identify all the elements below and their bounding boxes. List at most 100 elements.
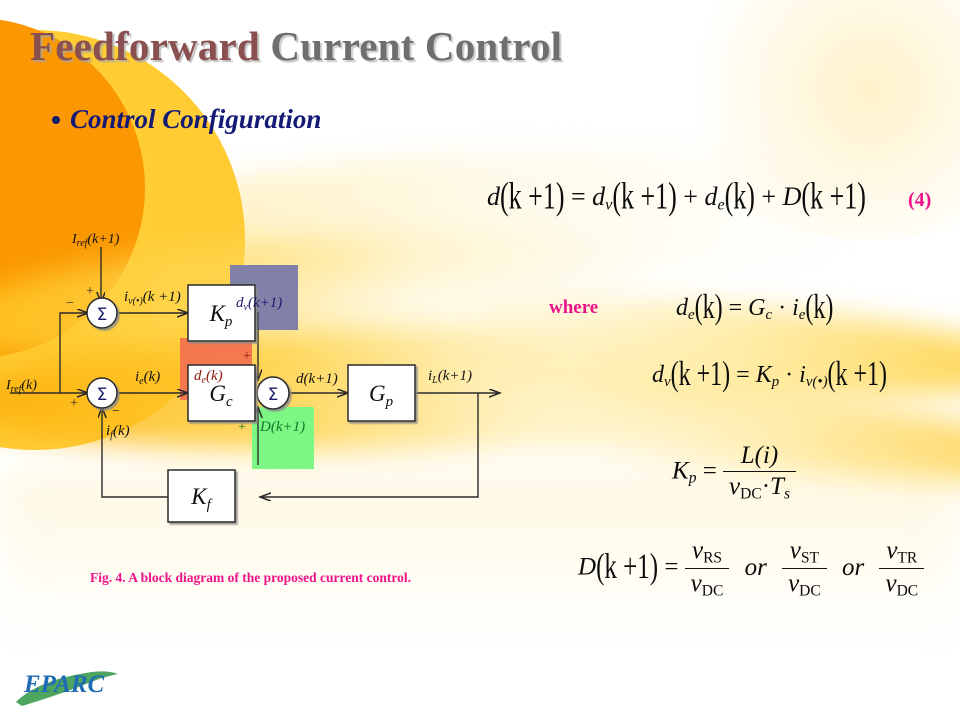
eqde-ie-arg: (k) <box>805 288 834 327</box>
eqD-f2-den-sub: DC <box>799 582 821 600</box>
eqkp-fraction: L(i) vDC·Ts <box>723 442 796 503</box>
label-iv: iv(•)(k +1) <box>124 289 181 307</box>
eqde-gc-sub: c <box>765 307 773 324</box>
page-title: Feedforward Current Control <box>30 22 562 70</box>
eqD-fraction-st: vST vDC <box>782 537 827 601</box>
equation-D: D(k +1) = vRS vDC or vST vDC or vTR vDC <box>578 537 925 601</box>
eqkp-den2-base: T <box>770 473 784 500</box>
bullet-label: Control Configuration <box>70 104 322 134</box>
eqdv-iv-base: i <box>799 362 806 388</box>
equation-4: d(k +1) = dv(k +1) + de(k) + D(k +1) <box>487 175 866 217</box>
eq4-plus-1: + <box>683 182 698 211</box>
label-iref-k: Iref(k) <box>5 378 37 395</box>
eqD-f2-num: vST <box>782 537 827 570</box>
sign-adder-plus-top: + <box>243 349 251 364</box>
eqkp-equals: = <box>702 457 717 485</box>
eq4-term3-base: D <box>782 182 802 211</box>
eqkp-den-dot: · <box>761 473 771 500</box>
eqD-f3-den-sub: DC <box>896 582 919 600</box>
eqD-equals: = <box>664 553 679 581</box>
block-gp-sub: p <box>385 394 394 410</box>
eqde-ie-base: i <box>792 295 799 321</box>
eqD-f1-den-base: v <box>690 570 702 598</box>
eqD-f3-num-sub: TR <box>897 549 918 567</box>
equation-dv: dv(k +1) = Kp · iv(•)(k +1) <box>652 356 887 394</box>
eqdv-lhs-base: d <box>652 362 664 388</box>
eqD-f1-num: vRS <box>684 537 730 570</box>
label-iref-k1: Iref(k+1) <box>71 232 120 249</box>
eq4-term1-arg: (k +1) <box>612 175 677 218</box>
eqD-f2-den-base: v <box>788 570 800 598</box>
equation-de: de(k) = Gc · ie(k) <box>676 289 833 327</box>
eq4-term1-base: d <box>592 182 606 211</box>
eqdv-equals: = <box>736 362 750 388</box>
sign-bottom-minus: − <box>112 404 120 419</box>
logo-text: EPARC <box>23 671 104 698</box>
eqkp-num-base: L <box>740 442 755 469</box>
eq4-term2-sub: e <box>717 196 725 214</box>
page-title-accent: Feedforward <box>30 23 271 69</box>
sign-top-plus: + <box>86 284 94 299</box>
eqdv-kp-sub: p <box>771 374 780 391</box>
wire-iref-branch-up <box>59 313 88 393</box>
eqde-lhs-base: d <box>676 295 688 321</box>
eq4-lhs-arg: (k +1) <box>500 175 565 218</box>
eq4-lhs-d: d <box>487 182 500 211</box>
eqD-f3-num-base: v <box>886 537 898 564</box>
eqD-f3-den: vDC <box>879 569 924 600</box>
eqkp-numerator: L(i) <box>723 442 796 472</box>
eq4-term1-sub: v <box>605 196 613 214</box>
eq4-term3-arg: (k +1) <box>801 175 866 218</box>
eqD-f3-num: vTR <box>879 537 925 570</box>
eq4-plus-2: + <box>761 182 777 211</box>
summer-bottom-symbol: Σ <box>97 385 108 405</box>
label-dk1: d(k+1) <box>296 371 338 387</box>
eqkp-lhs-sub: p <box>688 469 697 487</box>
eqdv-kp-base: K <box>755 362 772 388</box>
eqdv-iv-sub: v(•) <box>805 374 828 391</box>
eqde-equals: = <box>728 295 743 321</box>
eqkp-num-arg: (i) <box>754 442 779 469</box>
eqD-f1-num-base: v <box>691 537 704 564</box>
organization-logo: EPARC <box>14 662 124 710</box>
eq4-term2-arg: (k) <box>724 175 755 218</box>
eqkp-den-base: v <box>729 473 741 500</box>
eqD-f1-den-sub: DC <box>701 582 724 600</box>
eqD-f1-den: vDC <box>685 569 730 600</box>
eqD-f2-num-sub: ST <box>800 549 819 567</box>
eq4-term2-base: d <box>704 182 718 211</box>
block-gc-sub: c <box>226 394 233 410</box>
label-if: if(k) <box>106 423 130 441</box>
eqD-or-1: or <box>744 553 767 581</box>
label-ie: ie(k) <box>135 369 160 387</box>
eqD-f2-den: vDC <box>782 569 827 600</box>
eqdv-dot: · <box>785 362 794 388</box>
sign-bottom-plus: + <box>70 396 78 411</box>
label-D: D(k+1) <box>259 419 305 435</box>
equation-kp: Kp = L(i) vDC·Ts <box>672 442 796 503</box>
block-diagram: Σ Σ Σ + − + − + + + Kp <box>0 225 560 535</box>
eqdv-lhs-sub: v <box>664 374 671 391</box>
eqdv-iv-arg: (k +1) <box>827 355 888 394</box>
eqkp-denominator: vDC·Ts <box>723 472 796 503</box>
eqkp-den2-sub: s <box>783 485 790 503</box>
label-de: de(k) <box>194 368 223 386</box>
summer-adder-symbol: Σ <box>268 385 279 405</box>
eqD-lhs-arg: (k +1) <box>596 547 659 587</box>
eqde-ie-sub: e <box>798 307 806 324</box>
eqkp-den-sub: DC <box>740 485 762 503</box>
eqD-f3-den-base: v <box>885 570 897 598</box>
highlight-box-D <box>252 407 314 469</box>
eqdv-lhs-arg: (k +1) <box>670 355 731 394</box>
figure-caption: Fig. 4. A block diagram of the proposed … <box>90 570 412 585</box>
wire-kf-out <box>102 407 168 498</box>
eq4-equals: = <box>570 182 586 211</box>
eqD-lhs-base: D <box>578 553 597 581</box>
label-iL: iL(k+1) <box>428 368 472 386</box>
eqde-gc-base: G <box>748 295 766 321</box>
sign-top-minus: − <box>66 296 74 311</box>
block-kp-sub: p <box>224 314 233 330</box>
eqD-fraction-rs: vRS vDC <box>684 537 730 601</box>
label-dv: dv(k+1) <box>236 295 282 313</box>
eqD-f1-num-sub: RS <box>703 549 723 567</box>
